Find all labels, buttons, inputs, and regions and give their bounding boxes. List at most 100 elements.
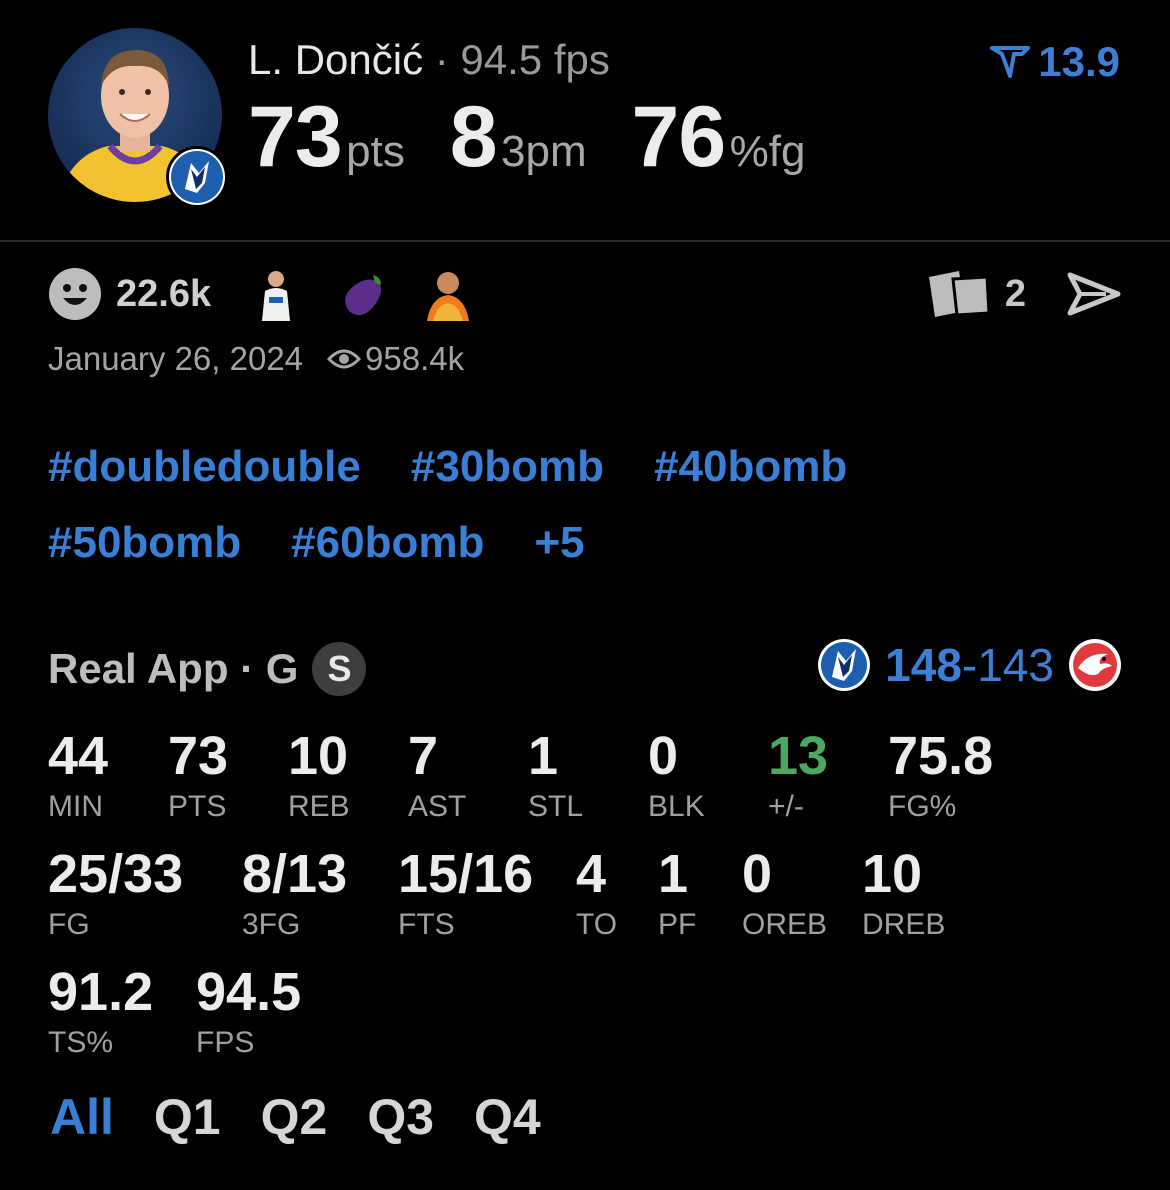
stat-label: FPS — [196, 1026, 255, 1059]
stat-value: 1 — [528, 726, 559, 786]
mavericks-logo-icon — [818, 639, 871, 691]
rating-value: 13.9 — [1038, 38, 1120, 85]
hashtag-40bomb[interactable]: #40bomb — [654, 442, 847, 492]
tab-q1[interactable]: Q1 — [154, 1088, 221, 1146]
stat-label: +/- — [768, 790, 804, 823]
stat-label: FG — [48, 908, 90, 941]
stat-label: STL — [528, 790, 584, 823]
stat-fg: 25/33 FG — [48, 846, 183, 942]
hashtag-list: #doubledouble #30bomb #40bomb #50bomb #6… — [48, 442, 1068, 568]
stat-label: FG% — [888, 790, 957, 823]
eye-icon — [327, 349, 362, 369]
away-score: 143 — [977, 639, 1054, 691]
stat-reb: 10 REB — [288, 728, 350, 824]
rating-icon — [990, 46, 1031, 78]
stat-value: 8/13 — [242, 844, 348, 904]
stat-value: 15/16 — [398, 844, 534, 904]
player-name[interactable]: L. Dončić — [248, 36, 423, 83]
stat-fg-pct: 75.8 FG% — [888, 728, 993, 824]
fire-person-emoji-icon[interactable] — [421, 267, 475, 321]
stat-fps: 94.5 FPS — [196, 964, 301, 1060]
stat-blk: 0 BLK — [648, 728, 705, 824]
game-score[interactable]: 148-143 — [817, 638, 1122, 692]
stat-value: 75.8 — [888, 726, 994, 786]
game-source: Real App · G S — [48, 642, 367, 696]
tab-q3[interactable]: Q3 — [367, 1088, 434, 1146]
header-divider — [0, 240, 1170, 242]
stat-oreb: 0 OREB — [742, 846, 827, 942]
stat-label: FTS — [398, 908, 455, 941]
stat-value: 13 — [768, 726, 829, 786]
stat-label: BLK — [648, 790, 705, 823]
cards-icon[interactable] — [925, 267, 995, 321]
headline-points-unit: pts — [346, 127, 405, 176]
stat-label: OREB — [742, 908, 828, 941]
stat-label: 3FG — [242, 908, 301, 941]
stat-value: 91.2 — [48, 962, 154, 1022]
mavericks-logo-icon — [166, 146, 228, 208]
stat-value: 0 — [742, 844, 773, 904]
post-actions: 2 — [925, 266, 1122, 322]
player-title[interactable]: L. Dončić · 94.5 fps — [248, 36, 610, 84]
headline-fg: 76 — [631, 89, 727, 185]
stat-to: 4 TO — [576, 846, 617, 942]
period-tabs: All Q1 Q2 Q3 Q4 — [50, 1088, 541, 1146]
hashtag-60bomb[interactable]: #60bomb — [291, 518, 484, 568]
stat-label: PF — [658, 908, 697, 941]
rating-badge[interactable]: 13.9 — [990, 38, 1120, 86]
headline-3pm: 8 — [449, 89, 498, 185]
stat-dreb: 10 DREB — [862, 846, 945, 942]
stat-label: PTS — [168, 790, 227, 823]
tab-all[interactable]: All — [50, 1088, 114, 1146]
stat-value: 73 — [168, 726, 229, 786]
post-date: January 26, 2024 — [48, 340, 304, 377]
stat-label: MIN — [48, 790, 103, 823]
tab-q2[interactable]: Q2 — [261, 1088, 328, 1146]
stat-3fg: 8/13 3FG — [242, 846, 347, 942]
stat-ts-pct: 91.2 TS% — [48, 964, 153, 1060]
cards-count: 2 — [1004, 272, 1026, 315]
stat-stl: 1 STL — [528, 728, 583, 824]
score-text: 148-143 — [885, 638, 1054, 692]
more-tags-button[interactable]: +5 — [534, 518, 584, 568]
score-separator: - — [961, 639, 978, 691]
player-fps: 94.5 fps — [460, 36, 610, 83]
view-count-value: 958.4k — [365, 340, 465, 377]
hashtag-doubledouble[interactable]: #doubledouble — [48, 442, 361, 492]
player-emoji-icon[interactable] — [249, 267, 303, 321]
stat-value: 1 — [658, 844, 689, 904]
stat-label: TO — [576, 908, 618, 941]
stat-pts: 73 PTS — [168, 728, 228, 824]
stat-ast: 7 AST — [408, 728, 466, 824]
stat-label: TS% — [48, 1026, 114, 1059]
view-count: 958.4k — [327, 340, 464, 378]
headline-fg-unit: %fg — [729, 127, 806, 176]
stat-fts: 15/16 FTS — [398, 846, 533, 942]
eggplant-emoji-icon[interactable] — [335, 267, 389, 321]
separator: · — [434, 36, 449, 83]
reactions-row: 22.6k — [48, 266, 475, 322]
smiley-reaction-icon[interactable] — [48, 267, 102, 321]
stat-value: 10 — [862, 844, 923, 904]
stat-pf: 1 PF — [658, 846, 696, 942]
stat-label: DREB — [862, 908, 946, 941]
hashtag-30bomb[interactable]: #30bomb — [411, 442, 604, 492]
hashtag-50bomb[interactable]: #50bomb — [48, 518, 241, 568]
headline-stats: 73 pts 8 3pm 76 %fg — [248, 88, 805, 187]
reaction-count[interactable]: 22.6k — [116, 273, 211, 316]
stat-label: AST — [408, 790, 467, 823]
stat-value: 94.5 — [196, 962, 302, 1022]
headline-points: 73 — [248, 89, 343, 185]
stat-value: 7 — [408, 726, 439, 786]
tab-q4[interactable]: Q4 — [474, 1088, 541, 1146]
stat-value: 44 — [48, 726, 109, 786]
stat-value: 25/33 — [48, 844, 184, 904]
source-name: Real App · G — [48, 645, 299, 692]
hawks-logo-icon — [1069, 639, 1121, 691]
send-icon[interactable] — [1066, 269, 1122, 319]
source-badge: S — [312, 642, 367, 696]
stat-label: REB — [288, 790, 350, 823]
post-meta: January 26, 2024 958.4k — [48, 340, 464, 378]
headline-3pm-unit: 3pm — [501, 127, 587, 176]
stat-min: 44 MIN — [48, 728, 108, 824]
